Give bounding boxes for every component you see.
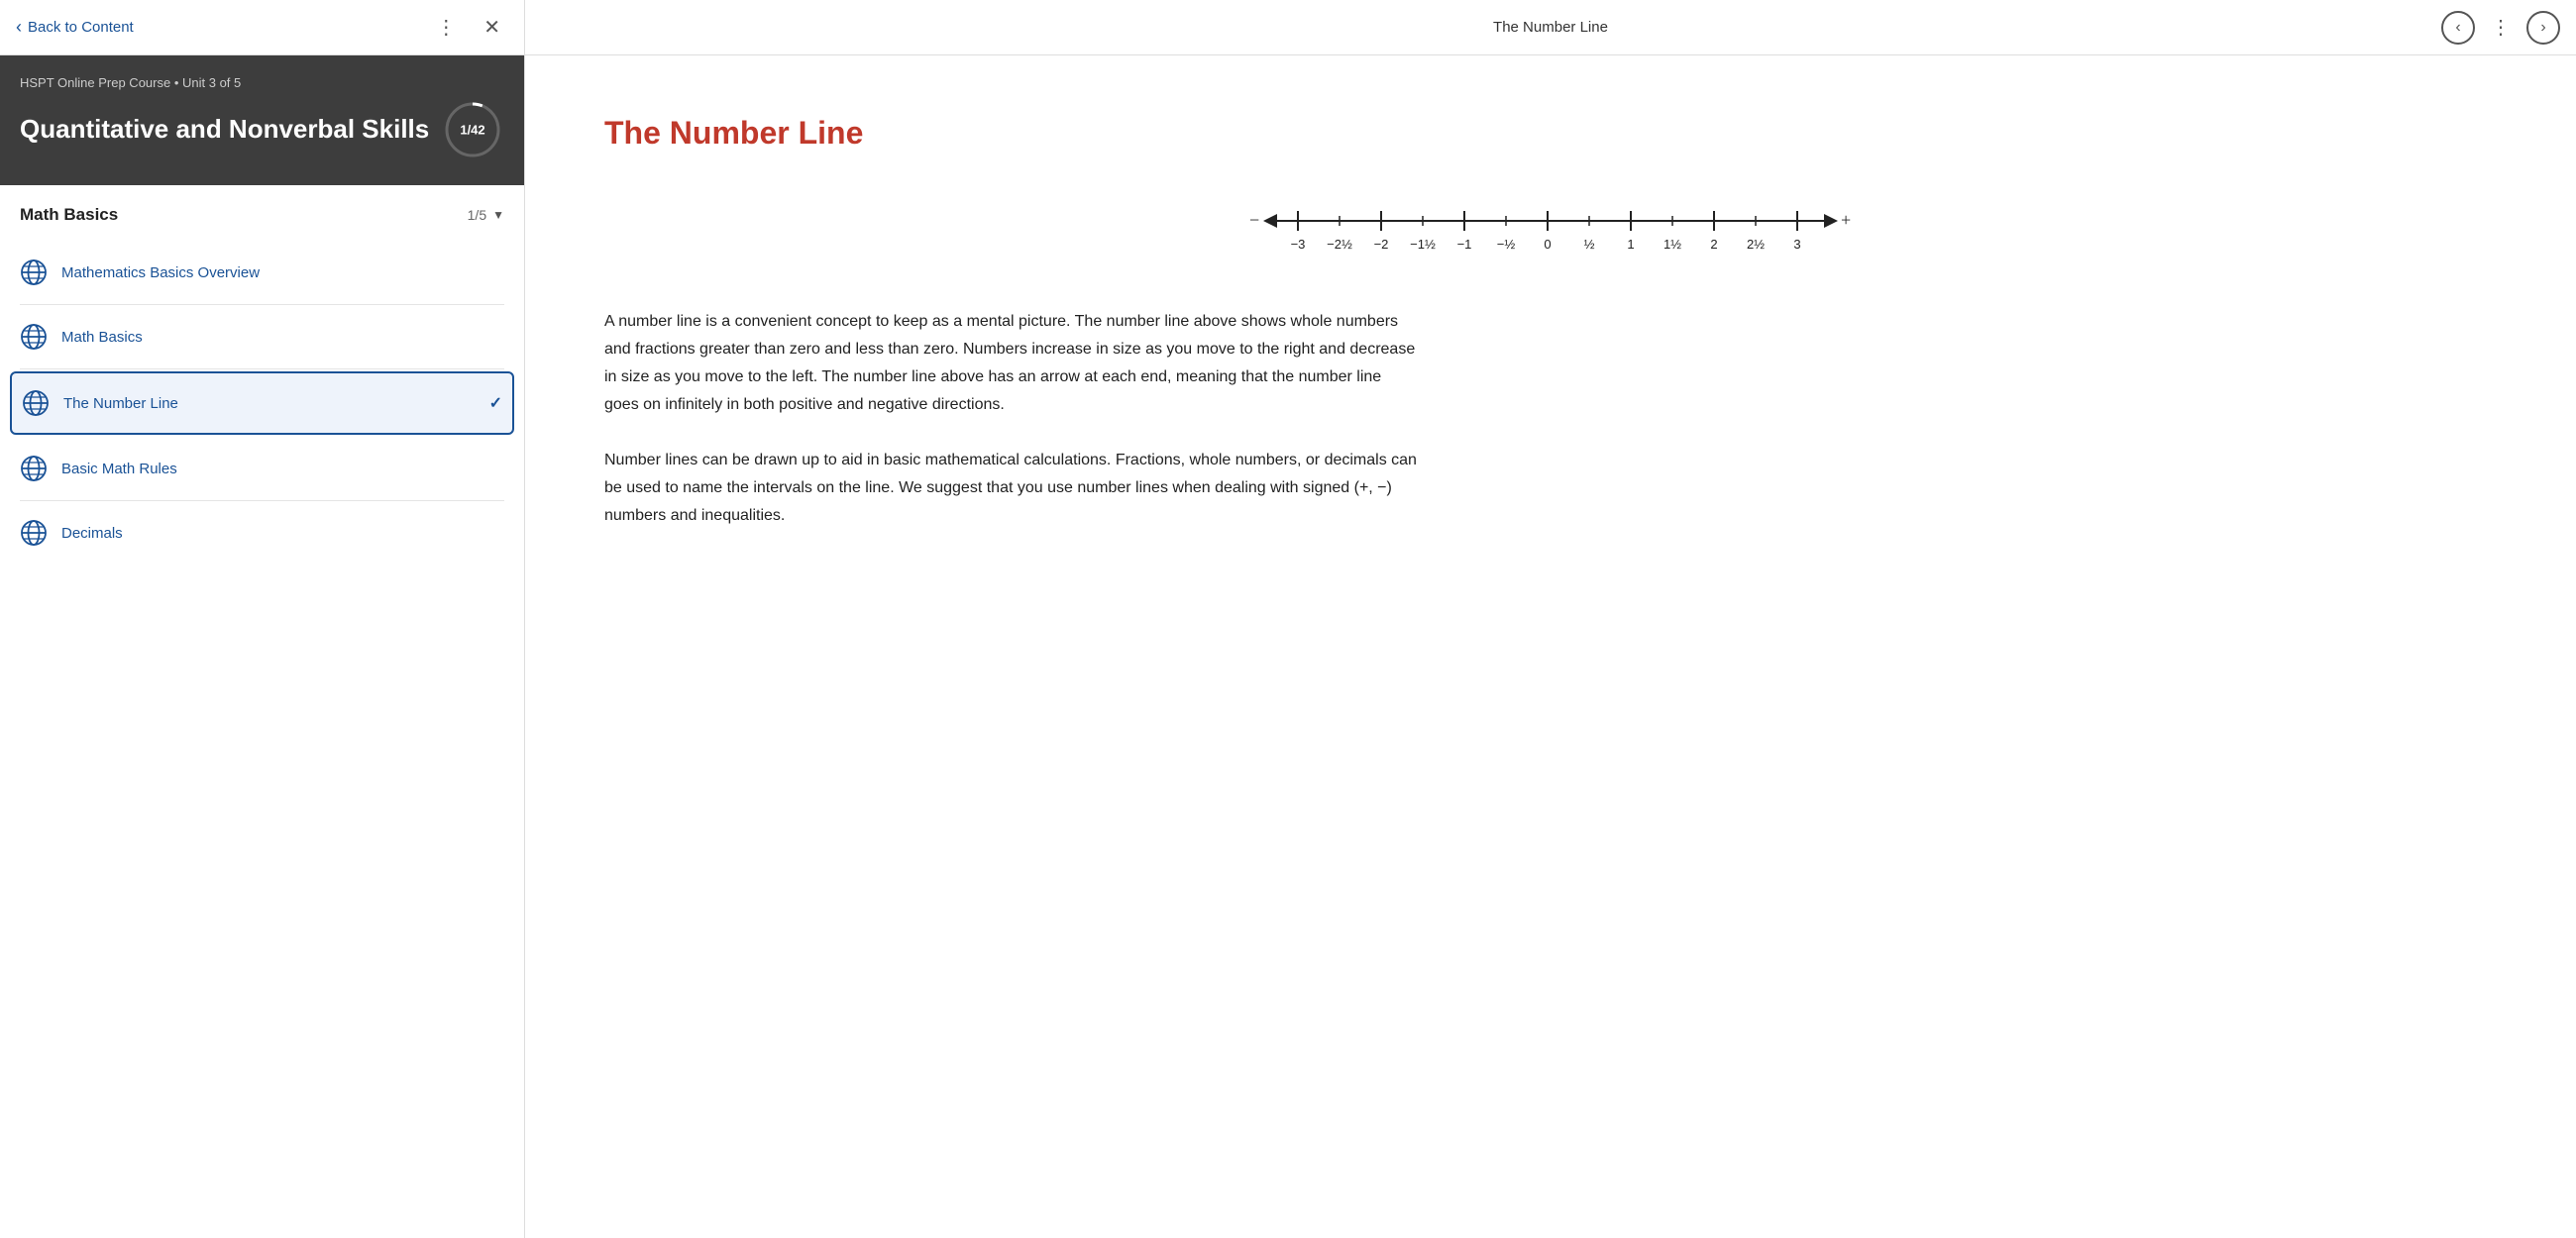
content-heading: The Number Line bbox=[604, 115, 2497, 152]
svg-text:−2½: −2½ bbox=[1327, 237, 1352, 252]
divider-2 bbox=[20, 368, 504, 369]
back-to-content-link[interactable]: ‹ Back to Content bbox=[16, 17, 428, 38]
back-label: Back to Content bbox=[28, 19, 134, 36]
globe-icon-2 bbox=[20, 323, 48, 351]
check-icon: ✓ bbox=[489, 393, 502, 413]
course-meta: HSPT Online Prep Course • Unit 3 of 5 bbox=[20, 75, 504, 90]
next-icon: › bbox=[2540, 19, 2545, 37]
right-nav-area: The Number Line ‹ ⋮ › bbox=[525, 0, 2576, 54]
sidebar-item-math-basics[interactable]: Math Basics bbox=[0, 305, 524, 368]
svg-text:−3: −3 bbox=[1291, 237, 1306, 252]
sidebar-scroll[interactable]: Math Basics 1/5 ▼ Mathematics Basics Ove… bbox=[0, 185, 524, 1238]
close-button[interactable]: ✕ bbox=[476, 11, 508, 44]
sidebar-item-label-math-basics: Math Basics bbox=[61, 329, 504, 346]
globe-icon-4 bbox=[20, 455, 48, 482]
section-header: Math Basics 1/5 ▼ bbox=[0, 185, 524, 241]
sidebar-item-math-basics-overview[interactable]: Mathematics Basics Overview bbox=[0, 241, 524, 304]
number-line-svg: − + −3 −2½ −2 −1½ −1 bbox=[1243, 191, 1858, 260]
chevron-down-icon: ▼ bbox=[492, 208, 504, 222]
svg-text:0: 0 bbox=[1544, 237, 1551, 252]
svg-text:1: 1 bbox=[1627, 237, 1634, 252]
course-title-row: Quantitative and Nonverbal Skills 1/42 bbox=[20, 98, 504, 161]
sidebar-item-label-decimals: Decimals bbox=[61, 525, 504, 542]
main-layout: HSPT Online Prep Course • Unit 3 of 5 Qu… bbox=[0, 55, 2576, 1238]
svg-text:2: 2 bbox=[1710, 237, 1717, 252]
content-area[interactable]: The Number Line − + −3 −2½ bbox=[525, 55, 2576, 1238]
course-title: Quantitative and Nonverbal Skills bbox=[20, 114, 429, 145]
left-nav-area: ‹ Back to Content ⋮ ✕ bbox=[0, 0, 525, 54]
svg-text:3: 3 bbox=[1793, 237, 1800, 252]
paragraph-2: Number lines can be drawn up to aid in b… bbox=[604, 447, 1417, 530]
section-count-value: 1/5 bbox=[468, 207, 486, 223]
close-icon: ✕ bbox=[483, 15, 500, 40]
content-body: A number line is a convenient concept to… bbox=[604, 308, 1417, 530]
svg-text:+: + bbox=[1841, 210, 1851, 230]
progress-circle: 1/42 bbox=[441, 98, 504, 161]
prev-icon: ‹ bbox=[2455, 19, 2460, 37]
chevron-left-icon: ‹ bbox=[16, 17, 22, 38]
svg-text:−2: −2 bbox=[1374, 237, 1389, 252]
dots-icon-right: ⋮ bbox=[2491, 15, 2511, 40]
more-options-button-right[interactable]: ⋮ bbox=[2483, 11, 2519, 44]
next-page-button[interactable]: › bbox=[2526, 11, 2560, 45]
sidebar-header: HSPT Online Prep Course • Unit 3 of 5 Qu… bbox=[0, 55, 524, 185]
sidebar-item-basic-math-rules[interactable]: Basic Math Rules bbox=[0, 437, 524, 500]
globe-icon-5 bbox=[20, 519, 48, 547]
section-title: Math Basics bbox=[20, 205, 118, 225]
page-title: The Number Line bbox=[1493, 19, 1608, 36]
svg-text:−: − bbox=[1249, 210, 1259, 230]
sidebar-item-label-number-line: The Number Line bbox=[63, 395, 476, 412]
globe-icon-3 bbox=[22, 389, 50, 417]
globe-icon bbox=[20, 258, 48, 286]
progress-text: 1/42 bbox=[460, 123, 484, 138]
sidebar-item-number-line[interactable]: The Number Line ✓ bbox=[10, 371, 514, 435]
svg-text:−½: −½ bbox=[1497, 237, 1516, 252]
sidebar-item-label-overview: Mathematics Basics Overview bbox=[61, 264, 504, 281]
paragraph-1: A number line is a convenient concept to… bbox=[604, 308, 1417, 419]
svg-text:2½: 2½ bbox=[1747, 237, 1765, 252]
prev-page-button[interactable]: ‹ bbox=[2441, 11, 2475, 45]
sidebar-item-label-basic-math: Basic Math Rules bbox=[61, 461, 504, 477]
top-navigation: ‹ Back to Content ⋮ ✕ The Number Line ‹ … bbox=[0, 0, 2576, 55]
svg-text:½: ½ bbox=[1584, 237, 1595, 252]
more-options-button[interactable]: ⋮ bbox=[428, 11, 464, 44]
section-count: 1/5 ▼ bbox=[468, 207, 504, 223]
nav-controls: ‹ ⋮ › bbox=[2441, 11, 2560, 45]
sidebar: HSPT Online Prep Course • Unit 3 of 5 Qu… bbox=[0, 55, 525, 1238]
nav-icons: ⋮ ✕ bbox=[428, 11, 508, 44]
svg-text:1½: 1½ bbox=[1664, 237, 1681, 252]
dots-icon: ⋮ bbox=[436, 15, 456, 40]
number-line-diagram: − + −3 −2½ −2 −1½ −1 bbox=[604, 191, 2497, 260]
sidebar-item-decimals[interactable]: Decimals bbox=[0, 501, 524, 565]
svg-text:−1½: −1½ bbox=[1410, 237, 1436, 252]
svg-text:−1: −1 bbox=[1457, 237, 1472, 252]
